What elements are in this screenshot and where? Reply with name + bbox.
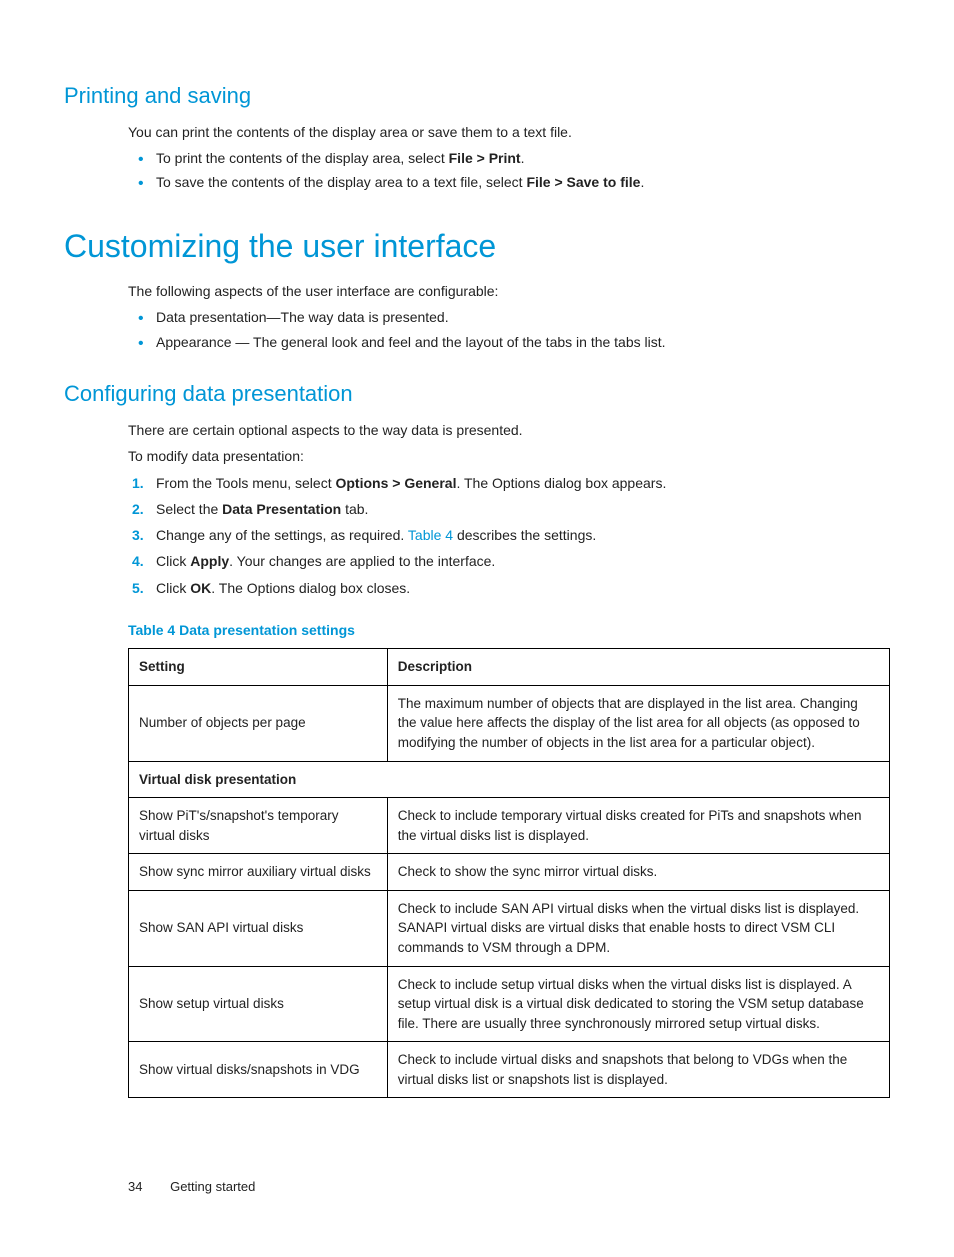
heading-printing-saving: Printing and saving bbox=[64, 80, 890, 112]
table-row: Show PiT's/snapshot's temporary virtual … bbox=[129, 798, 890, 854]
heading-configuring-data: Configuring data presentation bbox=[64, 378, 890, 410]
table-row: Show sync mirror auxiliary virtual disks… bbox=[129, 854, 890, 891]
setting-cell: Show sync mirror auxiliary virtual disks bbox=[129, 854, 388, 891]
setting-cell: Number of objects per page bbox=[129, 685, 388, 761]
table-header: Setting bbox=[129, 649, 388, 686]
list-item: Appearance — The general look and feel a… bbox=[156, 332, 890, 352]
table-row: Virtual disk presentation bbox=[129, 761, 890, 798]
table-header: Description bbox=[387, 649, 889, 686]
step-item: From the Tools menu, select Options > Ge… bbox=[156, 473, 890, 493]
bullet-list: To print the contents of the display are… bbox=[128, 148, 890, 193]
setting-cell: Show virtual disks/snapshots in VDG bbox=[129, 1042, 388, 1098]
table-ref-link[interactable]: Table 4 bbox=[408, 527, 453, 543]
page-footer: 34 Getting started bbox=[128, 1178, 890, 1197]
list-item: To save the contents of the display area… bbox=[156, 172, 890, 192]
table-row: Show setup virtual disksCheck to include… bbox=[129, 966, 890, 1042]
setting-cell: Show setup virtual disks bbox=[129, 966, 388, 1042]
page-number: 34 bbox=[128, 1179, 142, 1194]
table-caption: Table 4 Data presentation settings bbox=[128, 620, 890, 640]
step-list: From the Tools menu, select Options > Ge… bbox=[128, 473, 890, 598]
list-item: To print the contents of the display are… bbox=[156, 148, 890, 168]
body-text: There are certain optional aspects to th… bbox=[128, 420, 890, 440]
chapter-name: Getting started bbox=[170, 1179, 255, 1194]
description-cell: Check to include setup virtual disks whe… bbox=[387, 966, 889, 1042]
list-item: Data presentation—The way data is presen… bbox=[156, 307, 890, 327]
description-cell: Check to include temporary virtual disks… bbox=[387, 798, 889, 854]
description-cell: Check to show the sync mirror virtual di… bbox=[387, 854, 889, 891]
table-row: Number of objects per pageThe maximum nu… bbox=[129, 685, 890, 761]
setting-cell: Show PiT's/snapshot's temporary virtual … bbox=[129, 798, 388, 854]
step-item: Click OK. The Options dialog box closes. bbox=[156, 578, 890, 598]
description-cell: The maximum number of objects that are d… bbox=[387, 685, 889, 761]
bullet-list: Data presentation—The way data is presen… bbox=[128, 307, 890, 352]
step-item: Click Apply. Your changes are applied to… bbox=[156, 551, 890, 571]
setting-cell: Show SAN API virtual disks bbox=[129, 890, 388, 966]
description-cell: Check to include virtual disks and snaps… bbox=[387, 1042, 889, 1098]
body-text: To modify data presentation: bbox=[128, 446, 890, 466]
description-cell: Check to include SAN API virtual disks w… bbox=[387, 890, 889, 966]
settings-table: Setting Description Number of objects pe… bbox=[128, 648, 890, 1098]
step-item: Change any of the settings, as required.… bbox=[156, 525, 890, 545]
step-item: Select the Data Presentation tab. bbox=[156, 499, 890, 519]
table-row: Show virtual disks/snapshots in VDGCheck… bbox=[129, 1042, 890, 1098]
table-row: Show SAN API virtual disksCheck to inclu… bbox=[129, 890, 890, 966]
intro-text: You can print the contents of the displa… bbox=[128, 122, 890, 142]
table-section-cell: Virtual disk presentation bbox=[129, 761, 890, 798]
intro-text: The following aspects of the user interf… bbox=[128, 281, 890, 301]
heading-customizing-ui: Customizing the user interface bbox=[64, 223, 890, 269]
